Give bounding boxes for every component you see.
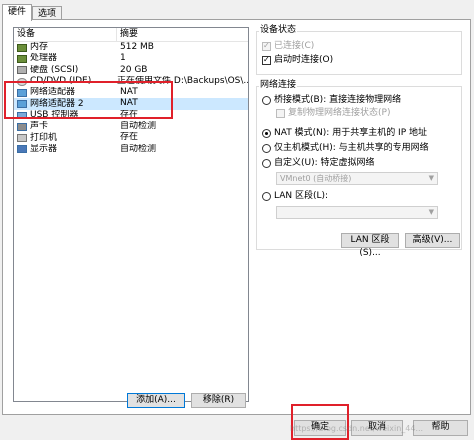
replicate-state-checkbox[interactable]: 复制物理网络连接状态(P) <box>276 108 390 118</box>
device-row-sound-card[interactable]: 声卡 自动检测 <box>14 121 248 132</box>
lan-segments-button[interactable]: LAN 区段(S)... <box>341 233 399 258</box>
device-summary: 1 <box>120 53 126 64</box>
custom-network-select[interactable]: VMnet0 (自动桥接) ▼ <box>276 172 438 185</box>
custom-label: 自定义(U): 特定虚拟网络 <box>274 158 375 168</box>
device-row-printer[interactable]: 打印机 存在 <box>14 132 248 143</box>
radio-circle <box>262 158 271 168</box>
radio-circle <box>262 95 271 105</box>
device-name: 声卡 <box>30 121 49 132</box>
sound-card-icon <box>17 122 27 131</box>
connect-at-power-on-label: 启动时连接(O) <box>274 55 334 65</box>
lan-segment-radio[interactable]: LAN 区段(L): <box>262 191 328 201</box>
memory-icon <box>17 43 27 52</box>
device-summary: 存在 <box>120 132 139 143</box>
device-row-display[interactable]: 显示器 自动检测 <box>14 144 248 155</box>
device-status-title: 设备状态 <box>259 25 298 35</box>
nat-radio[interactable]: NAT 模式(N): 用于共享主机的 IP 地址 <box>262 128 427 138</box>
display-icon <box>17 145 27 154</box>
processor-icon <box>17 54 27 63</box>
lan-segment-label: LAN 区段(L): <box>274 191 329 201</box>
checkbox-box <box>262 41 271 51</box>
network-connection-title: 网络连接 <box>259 80 298 90</box>
connect-at-power-on-checkbox[interactable]: 启动时连接(O) <box>262 55 333 65</box>
device-row-hard-disk[interactable]: 硬盘 (SCSI) 20 GB <box>14 65 248 76</box>
custom-radio[interactable]: 自定义(U): 特定虚拟网络 <box>262 158 375 168</box>
nat-label: NAT 模式(N): 用于共享主机的 IP 地址 <box>274 128 428 138</box>
chevron-down-icon: ▼ <box>428 174 434 182</box>
device-status-group <box>256 31 462 75</box>
device-summary: 20 GB <box>120 64 148 75</box>
lan-segment-select[interactable]: ▼ <box>276 206 438 219</box>
advanced-button[interactable]: 高级(V)... <box>405 233 460 248</box>
device-name: 打印机 <box>30 132 58 143</box>
connected-label: 已连接(C) <box>274 41 315 51</box>
device-list-header: 设备 摘要 <box>14 28 248 42</box>
tab-bar: 硬件 选项 <box>2 4 63 21</box>
hardware-panel: 设备 摘要 内存 512 MB 处理器 1 硬盘 (SCSI) 20 GB CD… <box>2 19 471 415</box>
host-only-radio[interactable]: 仅主机模式(H): 与主机共享的专用网络 <box>262 143 429 153</box>
device-list-buttons: 添加(A)... 移除(R) <box>127 393 246 408</box>
hard-disk-icon <box>17 66 27 75</box>
add-device-button[interactable]: 添加(A)... <box>127 393 185 408</box>
printer-icon <box>17 134 27 143</box>
bridged-radio[interactable]: 桥接模式(B): 直接连接物理网络 <box>262 95 401 105</box>
remove-device-button[interactable]: 移除(R) <box>191 393 246 408</box>
device-name: 显示器 <box>30 143 58 154</box>
device-summary: 512 MB <box>120 42 154 52</box>
connected-checkbox[interactable]: 已连接(C) <box>262 41 314 51</box>
radio-circle <box>262 143 271 153</box>
column-header-summary[interactable]: 摘要 <box>117 28 138 41</box>
chevron-down-icon: ▼ <box>428 208 434 216</box>
column-header-device[interactable]: 设备 <box>14 28 117 41</box>
checkbox-box <box>262 55 271 65</box>
custom-network-value: VMnet0 (自动桥接) <box>280 174 352 183</box>
device-name: 内存 <box>30 42 49 53</box>
device-name: 硬盘 (SCSI) <box>30 64 79 75</box>
watermark: https://blog.csdn.net/weixin_44... <box>290 424 424 433</box>
checkbox-box <box>276 108 285 118</box>
device-row-processor[interactable]: 处理器 1 <box>14 53 248 64</box>
bridged-label: 桥接模式(B): 直接连接物理网络 <box>274 95 402 105</box>
radio-circle <box>262 191 271 201</box>
device-summary: 自动检测 <box>120 121 157 132</box>
radio-circle <box>262 128 271 138</box>
device-summary: 自动检测 <box>120 143 157 154</box>
replicate-state-label: 复制物理网络连接状态(P) <box>288 108 391 118</box>
highlight-box-network-adapters <box>4 81 173 119</box>
device-row-memory[interactable]: 内存 512 MB <box>14 42 248 53</box>
tab-hardware[interactable]: 硬件 <box>2 4 33 21</box>
host-only-label: 仅主机模式(H): 与主机共享的专用网络 <box>274 143 429 153</box>
device-name: 处理器 <box>30 53 58 64</box>
highlight-box-ok <box>291 404 349 440</box>
